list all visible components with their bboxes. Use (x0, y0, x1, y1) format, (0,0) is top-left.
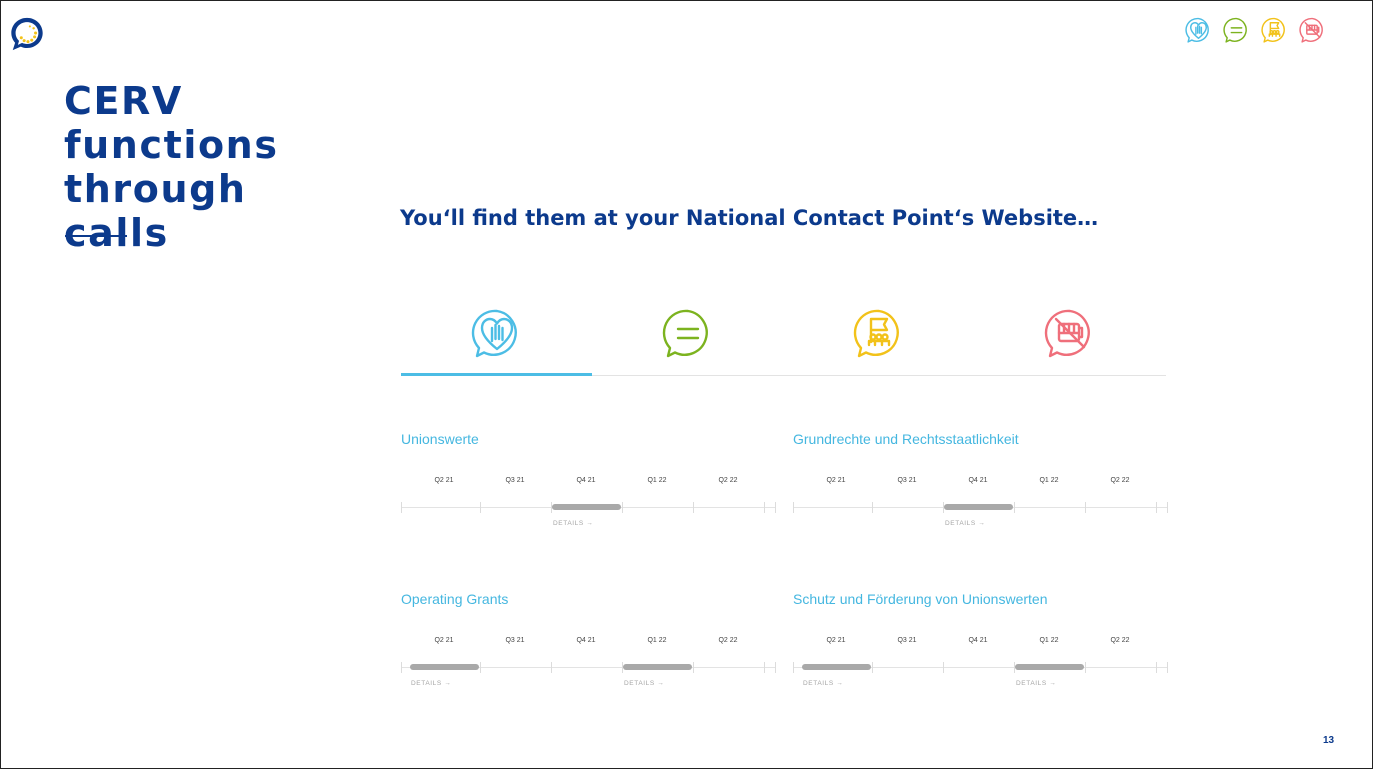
timeline-tick (793, 662, 794, 673)
slide-title: CERV functions through calls (64, 79, 279, 255)
active-tab-indicator (401, 373, 592, 376)
quarter-label: Q2 22 (718, 637, 738, 644)
flag-people-icon (853, 309, 899, 358)
timeline-tick (622, 502, 623, 513)
strand-tabs (401, 301, 1166, 377)
slide-subtitle: You‘ll find them at your National Contac… (400, 206, 1099, 230)
tab-equality-rights[interactable] (592, 301, 783, 375)
timeline-tick (1156, 662, 1157, 673)
timeline-tick (775, 502, 776, 513)
call-title: Grundrechte und Rechtsstaatlichkeit (793, 431, 1019, 447)
timeline-tick (551, 662, 552, 673)
quarter-label: Q2 22 (1110, 637, 1130, 644)
quarter-label: Q1 22 (1039, 477, 1059, 484)
equals-speech-icon (662, 309, 708, 358)
quarter-label: Q2 21 (826, 637, 846, 644)
tab-union-values[interactable] (401, 301, 592, 375)
call-schutz-foerderung: Schutz und Förderung von Unionswerten Q2… (793, 591, 1168, 701)
quarter-label: Q2 22 (718, 477, 738, 484)
quarter-label: Q3 21 (505, 477, 525, 484)
tab-citizens-engagement[interactable] (783, 301, 974, 375)
page-number: 13 (1323, 735, 1335, 746)
details-link[interactable]: DETAILS → (803, 680, 843, 687)
timeline-tick (1156, 502, 1157, 513)
quarter-label: Q3 21 (897, 477, 917, 484)
timeline-tick (793, 502, 794, 513)
timeline-tick (480, 662, 481, 673)
quarter-label: Q2 21 (434, 477, 454, 484)
quarter-label: Q2 22 (1110, 477, 1130, 484)
quarter-label: Q4 21 (576, 637, 596, 644)
call-unionswerte: Unionswerte Q2 21 Q3 21 Q4 21 Q1 22 Q2 2… (401, 431, 776, 541)
quarter-labels: Q2 21 Q3 21 Q4 21 Q1 22 Q2 22 (793, 637, 1168, 649)
quarter-label: Q4 21 (968, 477, 988, 484)
quarter-label: Q1 22 (647, 637, 667, 644)
quarter-label: Q4 21 (576, 477, 596, 484)
quarter-label: Q1 22 (647, 477, 667, 484)
slide: CERV functions through calls You‘ll find… (0, 0, 1373, 769)
timeline-tick (1085, 502, 1086, 513)
quarter-label: Q4 21 (968, 637, 988, 644)
call-operating-grants: Operating Grants Q2 21 Q3 21 Q4 21 Q1 22… (401, 591, 776, 701)
timeline-tick (401, 662, 402, 673)
timeline-tick (1085, 662, 1086, 673)
hand-heart-icon (1184, 16, 1213, 45)
quarter-label: Q2 21 (826, 477, 846, 484)
timeline-tick (1167, 662, 1168, 673)
call-period-bar[interactable] (1015, 664, 1084, 670)
quarter-label: Q2 21 (434, 637, 454, 644)
call-period-bar[interactable] (802, 664, 871, 670)
call-title: Unionswerte (401, 431, 479, 447)
flag-people-icon (1260, 16, 1289, 45)
quarter-label: Q3 21 (897, 637, 917, 644)
no-fist-icon (1044, 309, 1090, 358)
timeline-tick (764, 502, 765, 513)
timeline-tick (775, 662, 776, 673)
tab-daphne[interactable] (974, 301, 1165, 375)
timeline-tick (693, 662, 694, 673)
timeline-tick (693, 502, 694, 513)
call-period-bar[interactable] (944, 504, 1013, 510)
timeline-tick (1167, 502, 1168, 513)
timeline-tick (480, 502, 481, 513)
header-icons (1184, 16, 1327, 45)
details-link[interactable]: DETAILS → (1016, 680, 1056, 687)
details-link[interactable]: DETAILS → (553, 520, 593, 527)
title-underline (65, 235, 127, 237)
quarter-label: Q1 22 (1039, 637, 1059, 644)
quarter-label: Q3 21 (505, 637, 525, 644)
timeline-tick (764, 662, 765, 673)
quarter-labels: Q2 21 Q3 21 Q4 21 Q1 22 Q2 22 (401, 637, 776, 649)
details-link[interactable]: DETAILS → (624, 680, 664, 687)
hand-heart-icon (471, 309, 517, 358)
call-title: Operating Grants (401, 591, 509, 607)
call-grundrechte: Grundrechte und Rechtsstaatlichkeit Q2 2… (793, 431, 1168, 541)
details-link[interactable]: DETAILS → (411, 680, 451, 687)
no-fist-icon (1298, 16, 1327, 45)
timeline-tick (401, 502, 402, 513)
call-period-bar[interactable] (623, 664, 692, 670)
timeline-tick (872, 662, 873, 673)
timeline-tick (1014, 502, 1015, 513)
cerv-logo-icon (11, 17, 43, 51)
call-period-bar[interactable] (410, 664, 479, 670)
timeline-tick (943, 662, 944, 673)
quarter-labels: Q2 21 Q3 21 Q4 21 Q1 22 Q2 22 (401, 477, 776, 489)
equals-speech-icon (1222, 16, 1251, 45)
quarter-labels: Q2 21 Q3 21 Q4 21 Q1 22 Q2 22 (793, 477, 1168, 489)
timeline-tick (872, 502, 873, 513)
details-link[interactable]: DETAILS → (945, 520, 985, 527)
call-title: Schutz und Förderung von Unionswerten (793, 591, 1048, 607)
call-period-bar[interactable] (552, 504, 621, 510)
